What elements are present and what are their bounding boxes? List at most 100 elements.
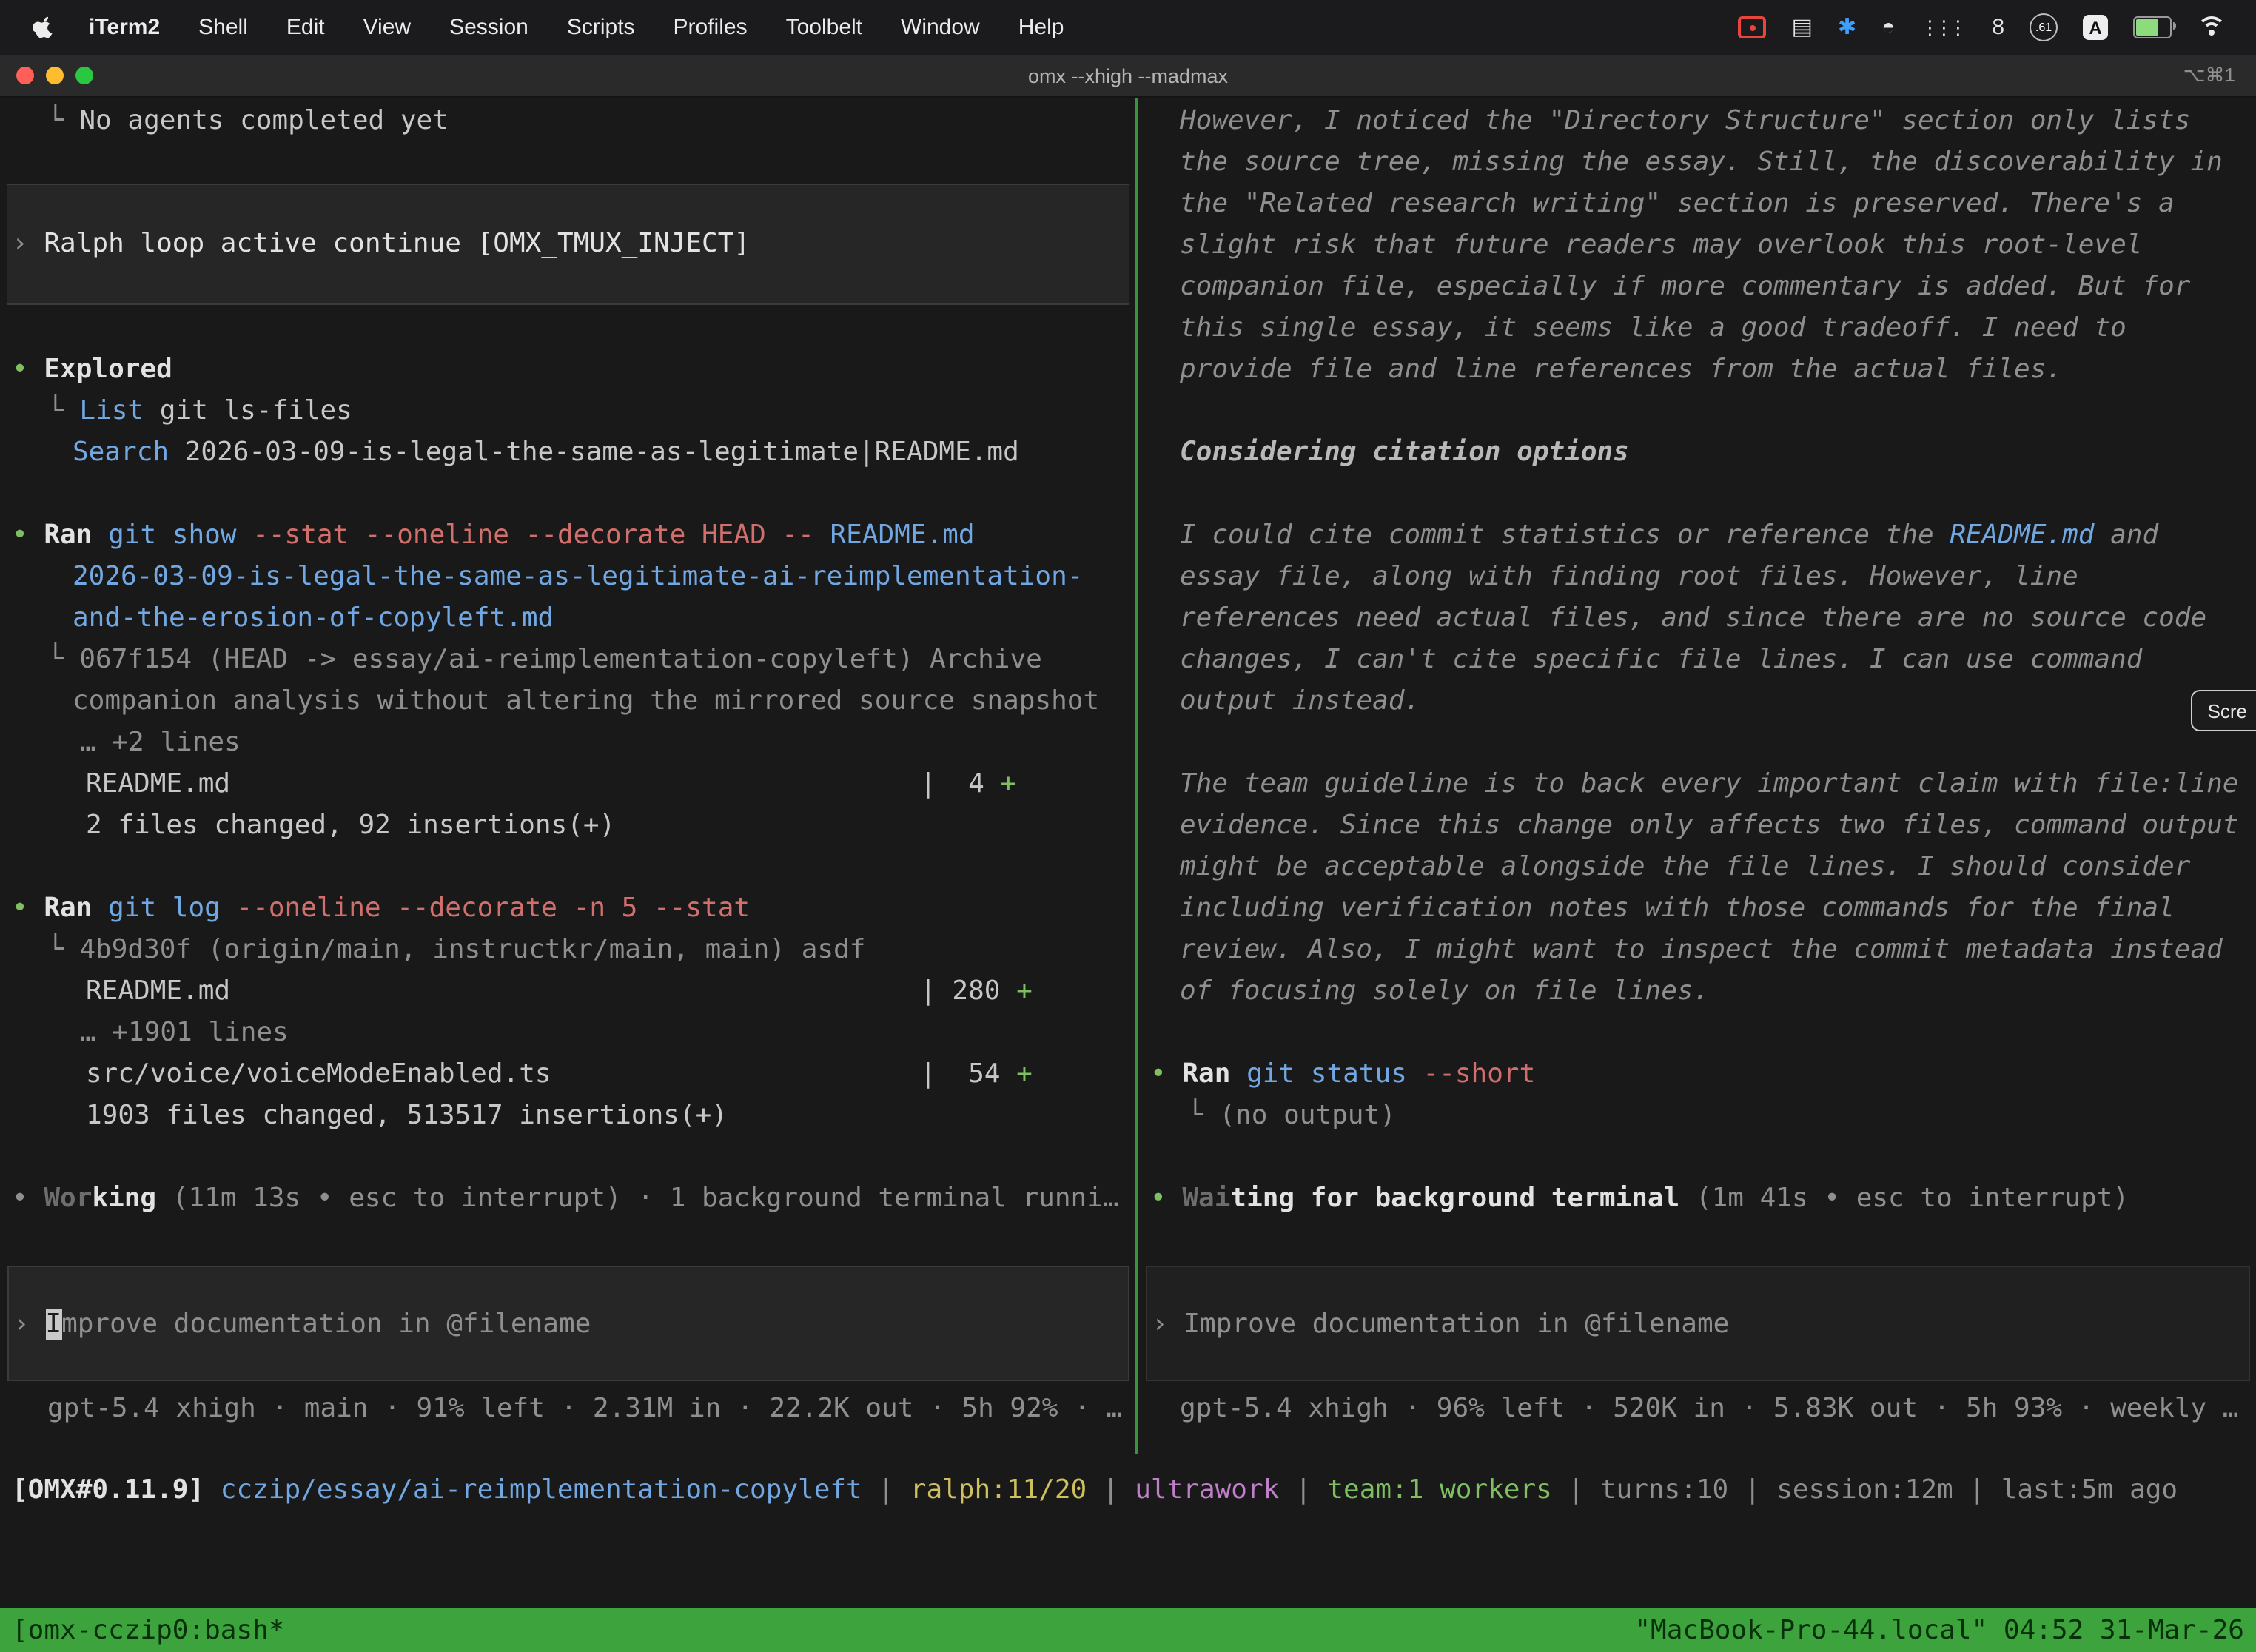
prompt-input-right[interactable]: › Improve documentation in @filename — [1146, 1266, 2250, 1381]
tmux-session-label: [omx-cczip0:bash* — [12, 1614, 284, 1645]
screen-edge-tooltip[interactable]: Scre — [2192, 690, 2256, 731]
text-segment: Ralph loop active continue — [44, 228, 477, 259]
spacer — [1138, 474, 2256, 515]
text-segment: companion analysis without altering the … — [73, 685, 1099, 716]
screen: iTerm2ShellEditViewSessionScriptsProfile… — [0, 0, 2256, 1652]
gauge-icon[interactable]: .61 — [2030, 13, 2058, 41]
menu-scripts[interactable]: Scripts — [548, 15, 654, 40]
model-status-line-left: gpt-5.4 xhigh · main · 91% left · 2.31M … — [47, 1389, 1135, 1430]
text-segment: essay file, along with finding root file… — [1180, 561, 2078, 592]
terminal-line: … +2 lines — [0, 722, 1135, 764]
text-cursor: I — [45, 1308, 61, 1339]
terminal-line: the source tree, missing the essay. Stil… — [1138, 142, 2256, 184]
menu-bar: iTerm2ShellEditViewSessionScriptsProfile… — [0, 0, 2256, 55]
terminal-line: the "Related research writing" section i… — [1138, 184, 2256, 225]
text-segment: --short — [1423, 1058, 1536, 1089]
terminal-line: review. Also, I might want to inspect th… — [1138, 930, 2256, 971]
menu-window[interactable]: Window — [882, 15, 999, 40]
blue-app-icon[interactable]: ✱ — [1838, 16, 1856, 38]
screen-record-icon[interactable] — [1739, 16, 1767, 38]
text-segment: 2026-03-09-is-legal-the-same-as-legitima… — [73, 561, 1083, 592]
text-segment: --oneline --decorate -n 5 --stat — [237, 893, 751, 924]
prompt-chevron: › — [1152, 1308, 1184, 1339]
terminal-line: • Ran git log --oneline --decorate -n 5 … — [0, 888, 1135, 930]
text-segment: 2026-03-09-is-legal-the-same-as-legitima… — [169, 437, 1019, 468]
terminal-line: 2026-03-09-is-legal-the-same-as-legitima… — [0, 557, 1135, 598]
text-segment: › — [12, 228, 44, 259]
window-title: omx --xhigh --madmax — [0, 64, 2256, 87]
terminal-line: companion file, especially if more comme… — [1138, 266, 2256, 308]
menu-shell[interactable]: Shell — [179, 15, 267, 40]
terminal-line: The team guideline is to back every impo… — [1138, 764, 2256, 805]
terminal-line: • Ran git show --stat --oneline --decora… — [0, 515, 1135, 557]
text-segment: Ran — [44, 520, 92, 551]
text-segment: output instead. — [1180, 685, 1420, 716]
round-app-icon[interactable]: ◓ — [1881, 16, 1895, 38]
text-segment — [92, 520, 108, 551]
menu-edit[interactable]: Edit — [267, 15, 344, 40]
zoom-button[interactable] — [75, 67, 93, 84]
wifi-icon[interactable] — [2197, 16, 2226, 38]
text-segment: 067f154 (HEAD -> essay/ai-reimplementati… — [79, 644, 1041, 675]
terminal-line: and-the-erosion-of-copyleft.md — [0, 598, 1135, 639]
text-segment: Wor — [44, 1183, 92, 1214]
battery-icon[interactable] — [2133, 16, 2172, 38]
grid-icon[interactable]: ⋮⋮⋮ — [1920, 18, 1967, 37]
text-segment: Ran — [44, 893, 92, 924]
apple-menu-icon[interactable] — [33, 15, 55, 40]
text-segment: --stat --oneline --decorate HEAD -- — [252, 520, 830, 551]
terminal-line: companion analysis without altering the … — [0, 681, 1135, 722]
text-segment: • — [12, 520, 44, 551]
text-segment: | 4 — [230, 768, 1000, 799]
terminal-line: this single essay, it seems like a good … — [1138, 308, 2256, 349]
prompt-input-left[interactable]: › Improve documentation in @filename — [7, 1266, 1129, 1381]
text-segment: However, I noticed the "Directory Struct… — [1180, 105, 2190, 136]
text-segment: cczip/essay/ai-reimplementation-copyleft — [221, 1474, 862, 1505]
text-segment: turns:10 | session:12m | last:5m ago — [1600, 1474, 2178, 1505]
text-segment: review. Also, I might want to inspect th… — [1180, 934, 2223, 965]
terminal-line: references need actual files, and since … — [1138, 598, 2256, 639]
keyboard-icon[interactable]: ▤ — [1792, 16, 1813, 38]
terminal-line: Search 2026-03-09-is-legal-the-same-as-l… — [0, 432, 1135, 474]
prompt-chevron: › — [13, 1308, 45, 1339]
close-button[interactable] — [16, 67, 34, 84]
text-segment: and — [2094, 520, 2158, 551]
menu-session[interactable]: Session — [430, 15, 548, 40]
text-segment: README.md — [830, 520, 974, 551]
menu-iterm2[interactable]: iTerm2 — [70, 15, 179, 40]
right-terminal-pane[interactable]: However, I noticed the "Directory Struct… — [1138, 98, 2256, 1454]
terminal-line: README.md | 280 + — [0, 971, 1135, 1013]
text-segment: + — [1000, 768, 1016, 799]
prompt-text: Improve documentation in @filename — [1184, 1308, 1729, 1339]
text-segment: README.md — [1950, 520, 2094, 551]
menu-toolbelt[interactable]: Toolbelt — [767, 15, 882, 40]
terminal-line: of focusing solely on file lines. — [1138, 971, 2256, 1013]
text-segment: └ — [47, 395, 79, 426]
menu-view[interactable]: View — [344, 15, 431, 40]
terminal-line: • Ran git status --short — [1138, 1054, 2256, 1095]
input-source-icon[interactable]: A — [2083, 15, 2108, 40]
text-segment: slight risk that future readers may over… — [1180, 229, 2142, 261]
menu-profiles[interactable]: Profiles — [654, 15, 767, 40]
text-segment — [1230, 1058, 1246, 1089]
eight-app-icon[interactable]: 8 — [1992, 16, 2004, 38]
left-terminal-pane[interactable]: └ No agents completed yet › Ralph loop ac… — [0, 98, 1135, 1454]
terminal-line: [OMX#0.11.9] cczip/essay/ai-reimplementa… — [0, 1470, 2256, 1511]
text-segment: Explored — [44, 354, 172, 385]
text-segment: … +2 lines — [80, 727, 241, 758]
terminal-line: └ (no output) — [1138, 1095, 2256, 1137]
menu-bar-status: ▤ ✱ ◓ ⋮⋮⋮ 8 .61 A — [1739, 13, 2235, 41]
minimize-button[interactable] — [46, 67, 64, 84]
text-segment: (1m 41s • esc to interrupt) — [1679, 1183, 2129, 1214]
terminal-line: └ No agents completed yet — [0, 101, 1135, 142]
text-segment: | — [1552, 1474, 1600, 1505]
window-title-bar: omx --xhigh --madmax ⌥⌘1 — [0, 55, 2256, 98]
spacer — [1138, 1137, 2256, 1178]
text-segment: | — [1087, 1474, 1135, 1505]
spacer — [0, 474, 1135, 515]
terminal-area: └ No agents completed yet › Ralph loop ac… — [0, 98, 2256, 1454]
menu-help[interactable]: Help — [999, 15, 1084, 40]
text-segment: (no output) — [1219, 1100, 1395, 1131]
text-segment: ralph:11/20 — [910, 1474, 1087, 1505]
text-segment: the "Related research writing" section i… — [1180, 188, 2175, 219]
